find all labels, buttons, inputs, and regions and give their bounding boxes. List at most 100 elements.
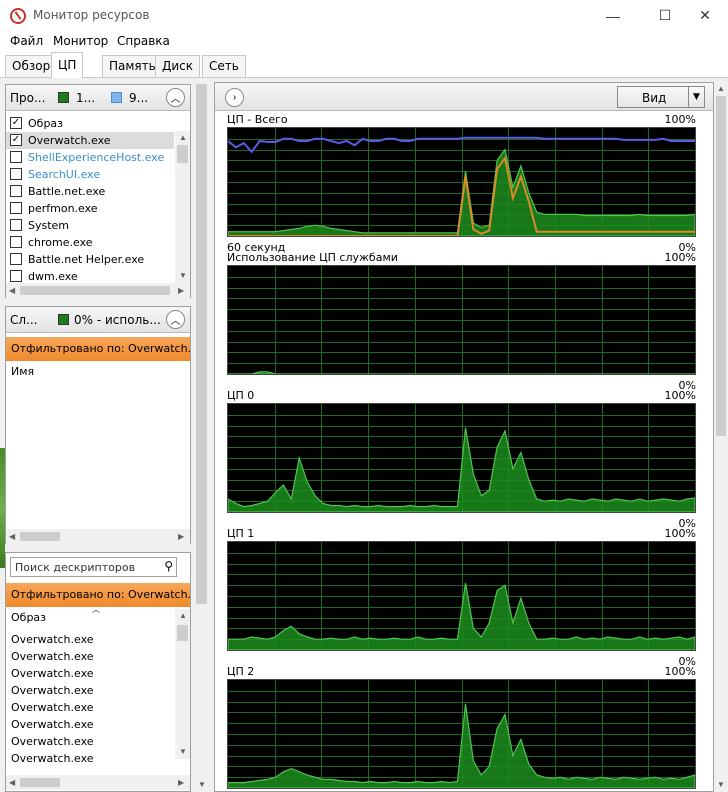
menu-help[interactable]: Справка xyxy=(117,34,170,48)
cpu-0-graph-max: 100% xyxy=(664,389,696,402)
graphs-scrollbar[interactable]: ▲ ▼ xyxy=(714,82,728,792)
process-checkbox[interactable] xyxy=(10,219,22,231)
expand-icon[interactable]: › xyxy=(225,88,244,107)
handle-row[interactable]: Overwatch.exe xyxy=(11,650,94,663)
scroll-up-icon[interactable]: ▲ xyxy=(717,84,725,93)
minimize-button[interactable]: — xyxy=(590,0,636,31)
window-title: Монитор ресурсов xyxy=(33,8,150,22)
service-cpu-graph-max: 100% xyxy=(664,251,696,264)
tab-memory[interactable]: Память xyxy=(102,55,163,77)
process-checkbox[interactable] xyxy=(10,185,22,197)
graphs-pane: › Вид ▼ ЦП - Всего 100% 60 секунд 0% Использ… xyxy=(214,82,714,792)
process-checkbox[interactable] xyxy=(10,151,22,163)
handle-row[interactable]: Overwatch.exe xyxy=(11,752,94,765)
scroll-up-icon[interactable]: ▲ xyxy=(179,133,187,142)
services-header[interactable]: Сл... 0% - исполь... ︿ xyxy=(6,307,190,333)
handle-search-input[interactable]: Поиск дескрипторов ⚲ xyxy=(10,557,177,577)
process-row[interactable]: Battle.net.exe xyxy=(6,183,174,200)
left-column: Про... 1... 9... ︿ ✓ Образ ✓ Overwatch.ex… xyxy=(0,78,212,792)
process-checkbox[interactable] xyxy=(10,202,22,214)
scroll-thumb[interactable] xyxy=(20,532,60,541)
select-all-checkbox[interactable]: ✓ xyxy=(10,117,22,129)
scroll-left-icon[interactable]: ◀ xyxy=(9,286,15,295)
process-checkbox[interactable] xyxy=(10,253,22,265)
close-button[interactable]: ✕ xyxy=(682,0,728,31)
cpu-total-chart xyxy=(228,128,695,236)
process-name: Overwatch.exe xyxy=(28,134,111,147)
column-header-name[interactable]: Имя xyxy=(11,365,34,378)
scroll-thumb[interactable] xyxy=(20,286,170,295)
scroll-left-icon[interactable]: ◀ xyxy=(9,532,15,541)
scroll-down-icon[interactable]: ▼ xyxy=(198,780,206,789)
tab-cpu[interactable]: ЦП xyxy=(51,52,84,78)
process-row[interactable]: ShellExperienceHost.exe xyxy=(6,149,174,166)
process-name: dwm.exe xyxy=(28,270,78,283)
cpu-usage-legend-icon xyxy=(58,314,69,325)
processes-header-metric-2: 9... xyxy=(129,91,149,105)
scroll-right-icon[interactable]: ▶ xyxy=(178,532,184,541)
service-cpu-chart xyxy=(228,266,695,374)
handles-panel: Поиск дескрипторов ⚲ Отфильтровано по: O… xyxy=(5,552,191,792)
process-row[interactable]: ✓ Overwatch.exe xyxy=(6,132,174,149)
process-row[interactable]: chrome.exe xyxy=(6,234,174,251)
handle-row[interactable]: Overwatch.exe xyxy=(11,684,94,697)
tab-overview[interactable]: Обзор xyxy=(5,55,58,77)
cpu-2-graph-max: 100% xyxy=(664,665,696,678)
process-checkbox[interactable] xyxy=(10,236,22,248)
collapse-icon[interactable]: ︿ xyxy=(166,88,185,107)
scroll-right-icon[interactable]: ▶ xyxy=(178,778,184,787)
search-icon[interactable]: ⚲ xyxy=(164,559,173,573)
processes-header[interactable]: Про... 1... 9... ︿ xyxy=(6,85,190,111)
cpu-0-graph xyxy=(227,403,696,513)
scroll-right-icon[interactable]: ▶ xyxy=(178,286,184,295)
cpu-1-graph xyxy=(227,541,696,651)
services-panel: Сл... 0% - исполь... ︿ Отфильтровано по:… xyxy=(5,306,191,544)
scroll-thumb[interactable] xyxy=(716,96,726,436)
process-row[interactable]: SearchUI.exe xyxy=(6,166,174,183)
process-checkbox[interactable]: ✓ xyxy=(10,134,22,146)
process-checkbox[interactable] xyxy=(10,168,22,180)
scroll-thumb[interactable] xyxy=(20,778,60,787)
column-header-image[interactable]: Образ xyxy=(11,611,46,624)
handle-row[interactable]: Overwatch.exe xyxy=(11,667,94,680)
view-button-label: Вид xyxy=(642,91,667,105)
handles-vertical-scrollbar[interactable]: ▲ ▼ xyxy=(175,609,190,759)
left-pane-scrollbar[interactable]: ▼ xyxy=(193,78,210,792)
dropdown-arrow-icon[interactable]: ▼ xyxy=(688,87,704,107)
scroll-thumb[interactable] xyxy=(177,145,188,163)
process-row[interactable]: perfmon.exe xyxy=(6,200,174,217)
menu-bar: Файл Монитор Справка xyxy=(0,31,728,51)
service-cpu-graph-title: Использование ЦП службами xyxy=(227,251,398,264)
menu-monitor[interactable]: Монитор xyxy=(53,34,108,48)
cpu-1-graph-title: ЦП 1 xyxy=(227,527,255,540)
handles-horizontal-scrollbar[interactable]: ◀ ▶ xyxy=(6,775,190,790)
processes-vertical-scrollbar[interactable]: ▲ ▼ xyxy=(175,131,190,283)
process-name: System xyxy=(28,219,70,232)
scroll-up-icon[interactable]: ▲ xyxy=(179,611,187,620)
process-checkbox[interactable] xyxy=(10,270,22,282)
scroll-down-icon[interactable]: ▼ xyxy=(717,780,725,789)
menu-file[interactable]: Файл xyxy=(10,34,43,48)
handle-row[interactable]: Overwatch.exe xyxy=(11,735,94,748)
view-button[interactable]: Вид ▼ xyxy=(617,86,705,108)
cpu-2-graph-title: ЦП 2 xyxy=(227,665,255,678)
handle-row[interactable]: Overwatch.exe xyxy=(11,718,94,731)
services-horizontal-scrollbar[interactable]: ◀ ▶ xyxy=(6,529,190,544)
collapse-icon[interactable]: ︿ xyxy=(166,310,185,329)
tab-disk[interactable]: Диск xyxy=(155,55,201,77)
column-header-image[interactable]: ✓ Образ xyxy=(6,115,174,132)
scroll-down-icon[interactable]: ▼ xyxy=(179,271,187,280)
scroll-left-icon[interactable]: ◀ xyxy=(9,778,15,787)
scroll-thumb[interactable] xyxy=(196,84,207,604)
max-frequency-legend-icon xyxy=(111,92,122,103)
handle-row[interactable]: Overwatch.exe xyxy=(11,701,94,714)
cpu-total-graph xyxy=(227,127,696,237)
process-row[interactable]: Battle.net Helper.exe xyxy=(6,251,174,268)
process-row[interactable]: System xyxy=(6,217,174,234)
handle-row[interactable]: Overwatch.exe xyxy=(11,633,94,646)
processes-horizontal-scrollbar[interactable]: ◀ ▶ xyxy=(6,283,190,298)
scroll-thumb[interactable] xyxy=(177,625,188,641)
scroll-down-icon[interactable]: ▼ xyxy=(179,747,187,756)
processes-header-metric-1: 1... xyxy=(76,91,96,105)
tab-network[interactable]: Сеть xyxy=(202,55,246,77)
